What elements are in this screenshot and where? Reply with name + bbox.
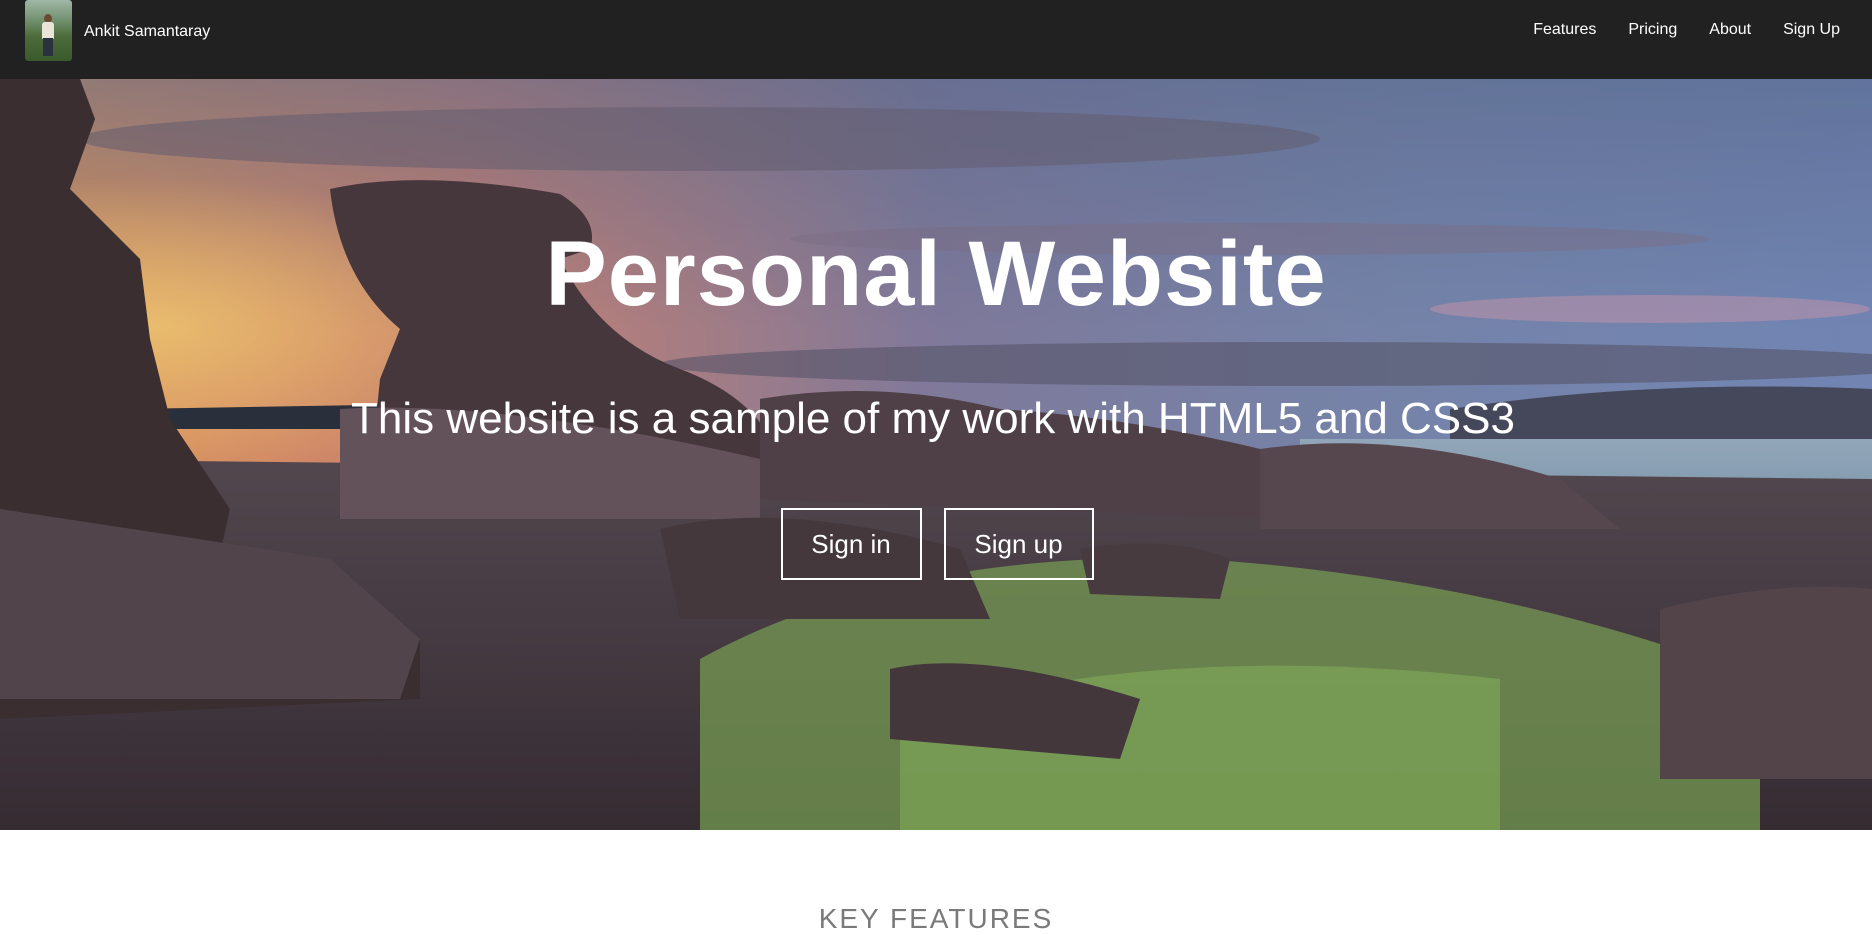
avatar[interactable] [25, 0, 72, 61]
top-navbar: Ankit Samantaray Features Pricing About … [0, 0, 1872, 79]
hero-background-image [0, 79, 1872, 830]
nav-links: Features Pricing About Sign Up [1501, 21, 1840, 39]
sign-in-button[interactable]: Sign in [780, 508, 922, 580]
brand-name[interactable]: Ankit Samantaray [84, 23, 210, 41]
hero-button-group: Sign in Sign up [0, 508, 1872, 580]
key-features-heading: KEY FEATURES [818, 903, 1054, 934]
hero-title: Personal Website [545, 223, 1327, 325]
sign-up-button[interactable]: Sign up [943, 508, 1094, 580]
hero-section: Personal Website This website is a sampl… [0, 79, 1872, 830]
hero-subtitle: This website is a sample of my work with… [351, 394, 1515, 443]
nav-link-about[interactable]: About [1709, 21, 1751, 39]
avatar-legs [43, 38, 53, 56]
nav-link-pricing[interactable]: Pricing [1628, 21, 1677, 39]
nav-link-features[interactable]: Features [1533, 21, 1596, 39]
avatar-body [42, 22, 54, 39]
nav-link-sign-up[interactable]: Sign Up [1783, 21, 1840, 39]
brand[interactable]: Ankit Samantaray [25, 0, 210, 61]
key-features-section: KEY FEATURES [0, 830, 1872, 934]
